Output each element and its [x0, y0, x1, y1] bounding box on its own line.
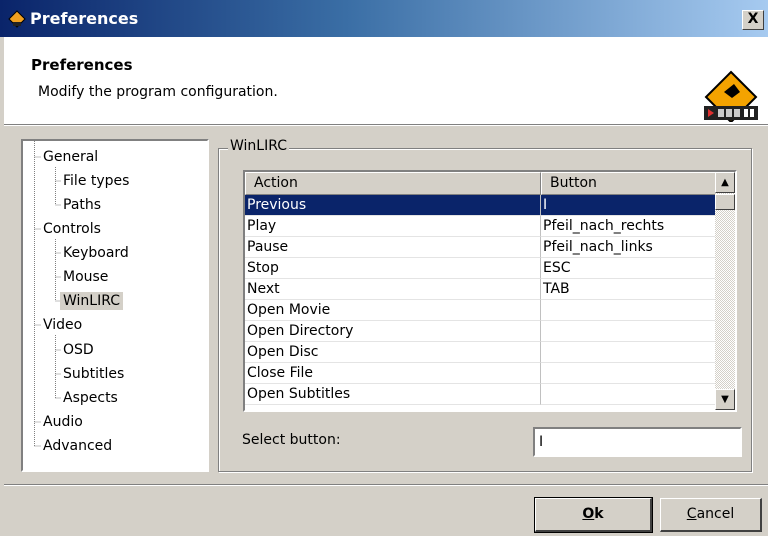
- ok-mnemonic: O: [582, 506, 595, 522]
- select-button-input[interactable]: [533, 427, 742, 457]
- scroll-down-icon[interactable]: ▼: [715, 389, 735, 410]
- cell-button: [541, 321, 717, 342]
- cell-button: ESC: [541, 258, 717, 279]
- cell-action: Pause: [245, 237, 541, 258]
- window-title: Preferences: [30, 9, 139, 28]
- cell-action: Stop: [245, 258, 541, 279]
- cell-button: [541, 300, 717, 321]
- category-tree[interactable]: General File types Paths Controls Keyboa…: [21, 139, 209, 472]
- cell-button: TAB: [541, 279, 717, 300]
- vertical-scrollbar[interactable]: ▲ ▼: [715, 172, 735, 410]
- cancel-mnemonic: C: [686, 506, 697, 522]
- cell-button: Pfeil_nach_links: [541, 237, 717, 258]
- cell-action: Open Directory: [245, 321, 541, 342]
- header-title: Preferences: [31, 56, 133, 74]
- table-row[interactable]: Stop ESC: [245, 258, 717, 279]
- scroll-up-icon[interactable]: ▲: [715, 172, 735, 193]
- cell-action: Next: [245, 279, 541, 300]
- cell-button: Pfeil_nach_rechts: [541, 216, 717, 237]
- tree-item-paths[interactable]: Paths: [63, 196, 101, 214]
- tree-item-advanced[interactable]: Advanced: [43, 437, 112, 455]
- tree-item-winlirc[interactable]: WinLIRC: [60, 292, 124, 310]
- header-subtitle: Modify the program configuration.: [38, 84, 278, 100]
- cell-button: [541, 342, 717, 363]
- tree-item-aspects[interactable]: Aspects: [63, 389, 118, 407]
- group-label: WinLIRC: [228, 138, 290, 154]
- ok-label-rest: k: [594, 506, 604, 522]
- cell-action: Play: [245, 216, 541, 237]
- table-row[interactable]: Next TAB: [245, 279, 717, 300]
- cell-action: Open Subtitles: [245, 384, 541, 405]
- table-row[interactable]: Open Disc: [245, 342, 717, 363]
- tree-item-audio[interactable]: Audio: [43, 413, 83, 431]
- dialog-footer: [4, 486, 768, 536]
- cancel-label-rest: ancel: [696, 506, 735, 522]
- cell-button: I: [541, 195, 717, 216]
- table-row[interactable]: Open Directory: [245, 321, 717, 342]
- table-row[interactable]: Play Pfeil_nach_rechts: [245, 216, 717, 237]
- tree-item-controls[interactable]: Controls: [43, 220, 101, 238]
- table-row[interactable]: Pause Pfeil_nach_links: [245, 237, 717, 258]
- tree-item-keyboard[interactable]: Keyboard: [63, 244, 129, 262]
- close-button[interactable]: X: [742, 10, 764, 30]
- scroll-thumb[interactable]: [715, 194, 735, 210]
- select-button-label: Select button:: [242, 432, 341, 448]
- app-logo-icon: [704, 70, 758, 122]
- table-row[interactable]: Previous I: [245, 195, 717, 216]
- table-row[interactable]: Close File: [245, 363, 717, 384]
- tree-item-osd[interactable]: OSD: [63, 341, 94, 359]
- table-row[interactable]: Open Movie: [245, 300, 717, 321]
- dialog-header: [4, 37, 768, 123]
- cell-action: Close File: [245, 363, 541, 384]
- table-row[interactable]: Open Subtitles: [245, 384, 717, 405]
- cancel-button[interactable]: Cancel: [660, 498, 762, 532]
- cell-button: [541, 384, 717, 405]
- cell-action: Open Disc: [245, 342, 541, 363]
- cell-action: Previous: [245, 195, 541, 216]
- tree-item-general[interactable]: General: [43, 148, 98, 166]
- action-table[interactable]: Action Button Previous I Play Pfeil_nach…: [243, 170, 737, 412]
- cell-action: Open Movie: [245, 300, 541, 321]
- tree-item-mouse[interactable]: Mouse: [63, 268, 108, 286]
- app-icon: [8, 10, 26, 28]
- column-header-button[interactable]: Button: [541, 172, 717, 195]
- cell-button: [541, 363, 717, 384]
- ok-button[interactable]: Ok: [534, 497, 653, 533]
- tree-item-subtitles[interactable]: Subtitles: [63, 365, 124, 383]
- tree-item-video[interactable]: Video: [43, 316, 82, 334]
- tree-item-file-types[interactable]: File types: [63, 172, 129, 190]
- column-header-action[interactable]: Action: [245, 172, 541, 195]
